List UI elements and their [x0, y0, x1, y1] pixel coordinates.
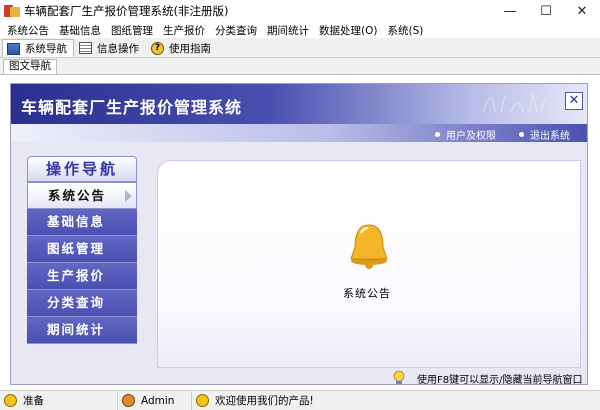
- subtab-row: 图文导航: [0, 58, 600, 74]
- tab-label: 信息操作: [97, 42, 139, 55]
- status-user: Admin: [118, 391, 192, 410]
- sidebar-item-basic-info[interactable]: 基础信息: [27, 209, 137, 236]
- minimize-button[interactable]: —: [492, 0, 528, 22]
- hint-text: 使用F8键可以显示/隐藏当前导航窗口: [417, 374, 583, 385]
- bell-icon[interactable]: [347, 221, 391, 269]
- panel-close-button[interactable]: ✕: [565, 92, 583, 110]
- status-bar: 准备 Admin 欢迎使用我们的产品!: [0, 390, 600, 410]
- main-frame: 车辆配套厂生产报价管理系统 ✕ 用户及权限 退出系统 操作导航 系统公告 基础信…: [0, 74, 600, 390]
- status-ready-text: 准备: [23, 395, 44, 407]
- title-bar: 车辆配套厂生产报价管理系统(非注册版) — ☐ ✕: [0, 0, 600, 22]
- sidebar-item-label: 分类查询: [47, 295, 106, 310]
- banner-title: 车辆配套厂生产报价管理系统: [21, 98, 243, 117]
- sidebar-item-production-quote[interactable]: 生产报价: [27, 263, 137, 290]
- sidebar-item-category-query[interactable]: 分类查询: [27, 290, 137, 317]
- decorative-script-icon: [482, 93, 546, 113]
- sidebar-item-label: 期间统计: [47, 322, 106, 337]
- link-label: 退出系统: [530, 131, 570, 142]
- maximize-button[interactable]: ☐: [528, 0, 564, 22]
- status-ready: 准备: [0, 391, 118, 410]
- window-controls: — ☐ ✕: [492, 0, 600, 22]
- status-icon: [4, 394, 17, 407]
- info-list-icon: [79, 42, 92, 54]
- exit-system-link[interactable]: 退出系统: [519, 127, 570, 142]
- menu-system[interactable]: 系统(S): [382, 23, 428, 38]
- bullet-icon: [435, 132, 440, 137]
- link-label: 用户及权限: [446, 131, 496, 142]
- menu-data-processing[interactable]: 数据处理(O): [314, 23, 382, 38]
- arrow-right-icon: [125, 190, 132, 202]
- status-user-text: Admin: [141, 394, 175, 407]
- sidebar-item-label: 系统公告: [48, 188, 107, 203]
- tab-system-navigation[interactable]: 系统导航: [2, 39, 74, 57]
- menu-category-query[interactable]: 分类查询: [210, 23, 262, 38]
- navigation-panel: 车辆配套厂生产报价管理系统 ✕ 用户及权限 退出系统 操作导航 系统公告 基础信…: [10, 83, 588, 385]
- menu-production-quote[interactable]: 生产报价: [158, 23, 210, 38]
- sidebar-item-drawing-management[interactable]: 图纸管理: [27, 236, 137, 263]
- lamp-icon: [393, 370, 405, 384]
- tab-user-guide[interactable]: ? 使用指南: [146, 39, 218, 57]
- tab-label: 使用指南: [169, 42, 211, 55]
- sidebar-header: 操作导航: [27, 156, 137, 182]
- sidebar-item-label: 图纸管理: [47, 241, 106, 256]
- tab-info-operation[interactable]: 信息操作: [74, 39, 146, 57]
- app-icon: [4, 3, 20, 19]
- banner: 车辆配套厂生产报价管理系统 ✕: [11, 84, 587, 124]
- status-welcome: 欢迎使用我们的产品!: [192, 392, 600, 410]
- sidebar-item-label: 生产报价: [47, 268, 106, 283]
- sidebar-item-system-notice[interactable]: 系统公告: [27, 182, 137, 209]
- content-label: 系统公告: [343, 287, 391, 300]
- tab-label: 系统导航: [25, 43, 67, 55]
- footer-hint: 使用F8键可以显示/隐藏当前导航窗口: [391, 370, 583, 385]
- top-link-bar: 用户及权限 退出系统: [11, 124, 587, 142]
- smile-icon: [196, 394, 209, 407]
- user-icon: [122, 394, 135, 407]
- bullet-icon: [519, 132, 524, 137]
- menu-basic-info[interactable]: 基础信息: [54, 23, 106, 38]
- sidebar-item-period-statistics[interactable]: 期间统计: [27, 317, 137, 344]
- tab-graphic-navigation[interactable]: 图文导航: [3, 59, 57, 74]
- menu-drawing-management[interactable]: 图纸管理: [106, 23, 158, 38]
- close-button[interactable]: ✕: [564, 0, 600, 22]
- navigation-icon: [7, 42, 20, 55]
- sidebar-item-label: 基础信息: [47, 214, 106, 229]
- menu-period-statistics[interactable]: 期间统计: [262, 23, 314, 38]
- sidebar: 系统公告 基础信息 图纸管理 生产报价 分类查询 期间统计: [27, 182, 137, 344]
- user-permissions-link[interactable]: 用户及权限: [435, 127, 496, 142]
- window-title: 车辆配套厂生产报价管理系统(非注册版): [24, 4, 229, 18]
- content-area: 系统公告: [157, 160, 581, 368]
- menu-system-notice[interactable]: 系统公告: [2, 23, 54, 38]
- menu-bar: 系统公告 基础信息 图纸管理 生产报价 分类查询 期间统计 数据处理(O) 系统…: [0, 22, 600, 38]
- toolbar: 系统导航 信息操作 ? 使用指南: [0, 38, 600, 58]
- status-welcome-text: 欢迎使用我们的产品!: [215, 395, 314, 407]
- help-icon: ?: [151, 41, 164, 55]
